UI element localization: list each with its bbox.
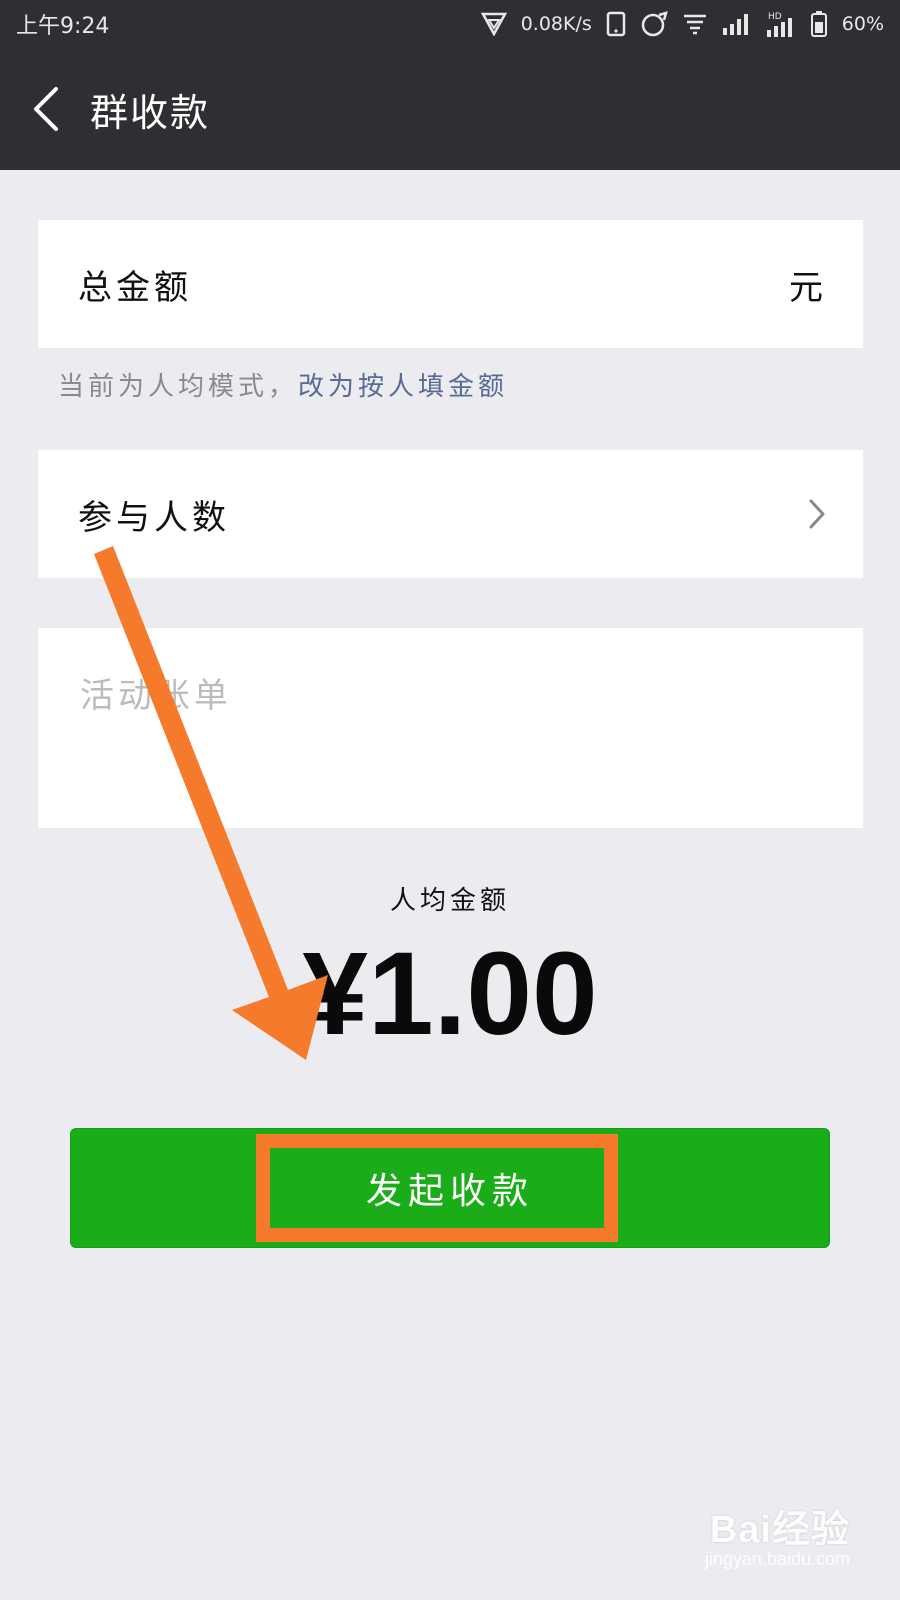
svg-text:HD: HD	[768, 12, 782, 22]
battery-icon	[810, 10, 828, 38]
title-bar: 群收款	[0, 48, 900, 170]
phone-icon	[606, 10, 626, 38]
chevron-right-icon	[809, 499, 825, 529]
battery-percent: 60%	[841, 13, 884, 35]
watermark-logo: Bai经验	[709, 1509, 850, 1551]
mode-hint: 当前为人均模式， 改为按人填金额	[58, 366, 508, 403]
back-button[interactable]	[0, 48, 90, 170]
watermark-url: jingyan.baidu.com	[704, 1549, 850, 1569]
network-speed: 0.08K/s	[520, 13, 592, 35]
currency-unit: 元	[789, 267, 823, 308]
vpn-icon	[480, 10, 507, 38]
page-title: 群收款	[90, 90, 211, 135]
total-amount-row: 总金额 元	[38, 220, 863, 348]
nfc-icon	[640, 10, 668, 38]
mode-description: 当前为人均模式，	[58, 372, 299, 402]
status-right: 0.08K/s HD 60%	[480, 10, 884, 38]
total-amount-input-group: 元	[557, 260, 823, 309]
hd-signal-icon: HD	[766, 10, 796, 38]
screen: 上午9:24 0.08K/s HD 60% 群收款 总金额 元 当前为人均模式，…	[0, 0, 900, 1600]
activity-bill-box	[38, 628, 863, 828]
activity-bill-textarea[interactable]	[78, 666, 827, 790]
wifi-icon	[682, 10, 708, 38]
per-person-label: 人均金额	[389, 886, 510, 916]
status-left: 上午9:24	[16, 8, 109, 40]
status-time: 上午9:24	[16, 14, 110, 39]
start-collection-button[interactable]: 发起收款	[70, 1128, 830, 1248]
total-amount-label: 总金额	[78, 267, 192, 308]
baidu-watermark: Bai经验 jingyan.baidu.com	[705, 1498, 850, 1570]
per-person-amount: ¥1.00	[302, 928, 598, 1060]
switch-mode-link[interactable]: 改为按人填金额	[298, 366, 508, 403]
chevron-left-icon	[34, 87, 58, 131]
status-bar: 上午9:24 0.08K/s HD 60%	[0, 0, 900, 48]
participants-label: 参与人数	[78, 497, 230, 538]
signal-icon	[722, 10, 752, 38]
participants-row[interactable]: 参与人数	[38, 450, 863, 578]
total-amount-input[interactable]	[557, 264, 781, 304]
